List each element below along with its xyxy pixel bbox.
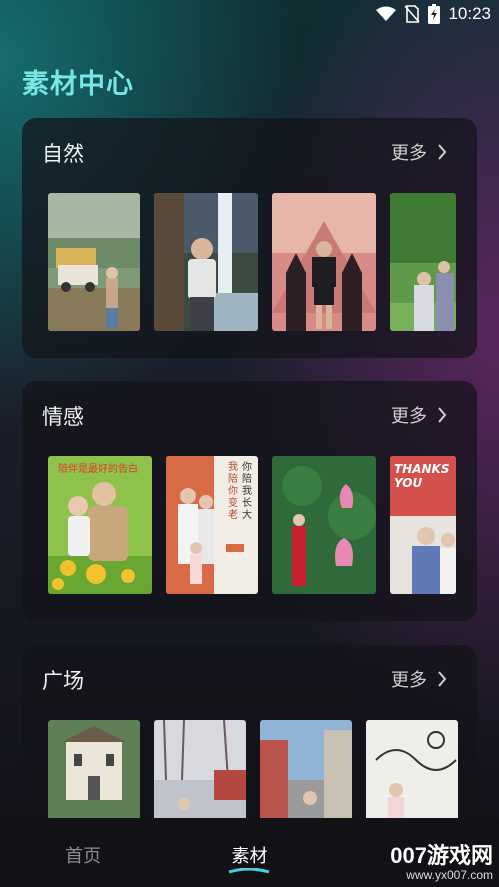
- nav-home-label: 首页: [65, 846, 102, 867]
- thumb-caption: YOU: [394, 476, 423, 490]
- watermark-logo: 007游戏网 www.yx007.com: [390, 838, 493, 882]
- status-bar: 10:23: [0, 0, 499, 30]
- more-button[interactable]: 更多: [391, 139, 447, 165]
- status-icons: 10:23: [376, 4, 491, 24]
- nav-material-label: 素材: [231, 846, 268, 867]
- page-title: 素材中心: [22, 69, 134, 100]
- section-title: 广场: [42, 669, 84, 693]
- chevron-right-icon: [438, 144, 447, 160]
- material-thumb-temple[interactable]: [272, 193, 376, 331]
- status-time: 10:23: [448, 4, 491, 23]
- material-thumb-snow-street[interactable]: [154, 720, 246, 820]
- thumb-caption: THANKS: [394, 462, 450, 476]
- section-title: 自然: [42, 142, 84, 166]
- thumb-caption: 你陪我长大: [242, 462, 252, 521]
- battery-charging-icon: [428, 4, 441, 24]
- more-button[interactable]: 更多: [391, 402, 447, 428]
- watermark-sub: www.yx007.com: [406, 868, 493, 882]
- no-sim-icon: [404, 5, 421, 23]
- material-thumb-villa[interactable]: [48, 720, 140, 820]
- watermark-main: 007游戏网: [390, 843, 493, 868]
- material-thumb-thanks-you[interactable]: THANKS YOU: [390, 456, 456, 594]
- section-nature: 自然 更多: [22, 118, 477, 358]
- section-emotion: 情感 更多 陪伴是最好的告白 我陪你变老 你陪我长大 THANKS YOU: [22, 381, 477, 621]
- material-thumb-city-street[interactable]: [260, 720, 352, 820]
- more-button[interactable]: 更多: [391, 666, 447, 692]
- active-indicator: [229, 868, 270, 874]
- nav-material[interactable]: 素材: [166, 818, 332, 887]
- section-title: 情感: [42, 405, 84, 429]
- material-thumb-grow-old[interactable]: 我陪你变老 你陪我长大: [166, 456, 258, 594]
- more-label: 更多: [391, 143, 427, 164]
- more-label: 更多: [391, 406, 427, 427]
- material-thumb-companion[interactable]: 陪伴是最好的告白: [48, 456, 152, 594]
- material-thumb-waterfall[interactable]: [154, 193, 258, 331]
- chevron-right-icon: [438, 671, 447, 687]
- material-thumb-lotus[interactable]: [272, 456, 376, 594]
- thumb-caption: 我陪你变老: [228, 462, 238, 521]
- thumb-row: [48, 720, 458, 820]
- chevron-right-icon: [438, 407, 447, 423]
- material-thumb-camping[interactable]: [48, 193, 140, 331]
- section-square: 广场 更多: [22, 645, 477, 845]
- material-thumb-graffiti-wall[interactable]: [366, 720, 458, 820]
- thumb-caption: 陪伴是最好的告白: [58, 464, 138, 475]
- wifi-icon: [376, 6, 397, 21]
- more-label: 更多: [391, 670, 427, 691]
- thumb-row: 陪伴是最好的告白 我陪你变老 你陪我长大 THANKS YOU: [48, 456, 456, 594]
- thumb-row: [48, 193, 456, 331]
- nav-home[interactable]: 首页: [0, 818, 166, 887]
- material-thumb-family-park[interactable]: [390, 193, 456, 331]
